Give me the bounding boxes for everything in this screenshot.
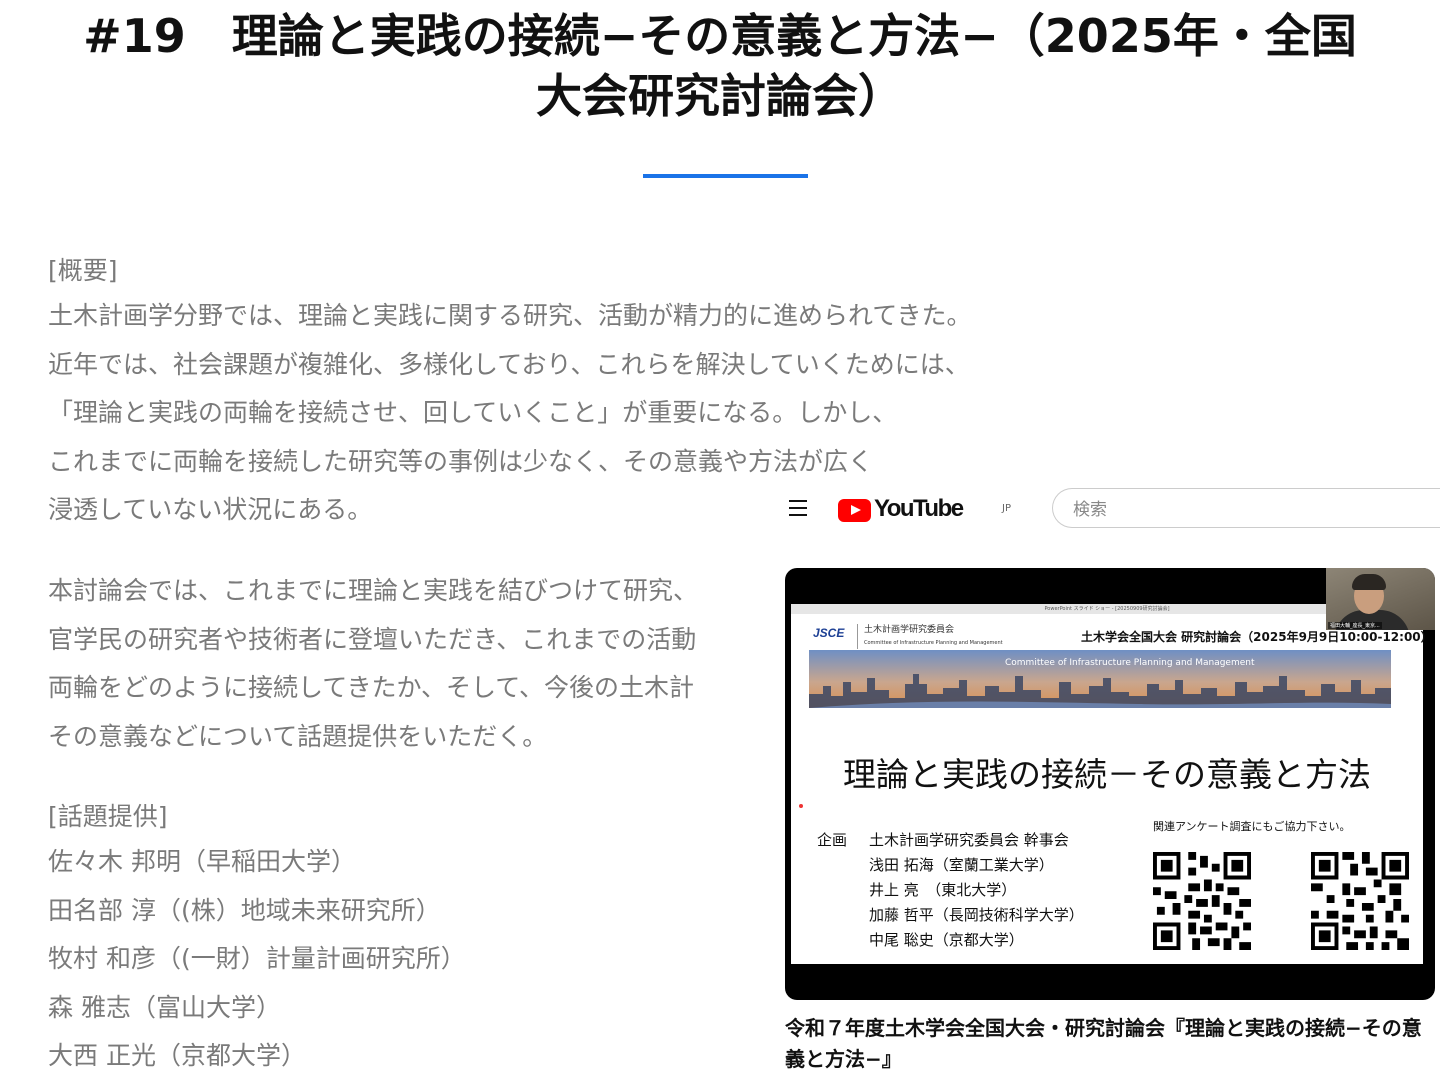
youtube-region-label: JP — [1002, 503, 1011, 514]
plan-item: 中尾 聡史（京都大学） — [869, 931, 1024, 949]
overview-line: これまでに両輪を接続した研究等の事例は少なく、その意義や方法が広く — [48, 446, 874, 476]
overview-line: 両輪をどのように接続してきたか、そして、今後の土木計 — [48, 673, 695, 702]
skyline-graphic — [809, 674, 1391, 708]
title-underline — [643, 174, 808, 178]
speaker-webcam-thumbnail: 福田大輔_座長_東京... — [1326, 568, 1435, 630]
qr-code-icon — [1153, 852, 1251, 950]
org-name-ja: 土木計画学研究委員会 — [864, 625, 955, 635]
slide-event-title: 土木学会全国大会 研究討論会（2025年9月9日10:00-12:00） — [1081, 630, 1433, 644]
overview-line: 官学民の研究者や技術者に登壇いただき、これまでの活動 — [48, 624, 697, 654]
webcam-person-hair — [1352, 574, 1386, 590]
laser-pointer-dot — [799, 804, 803, 808]
speaker-item: 佐々木 邦明（早稲田大学） — [48, 847, 356, 876]
youtube-wordmark: YouTube — [874, 495, 964, 522]
survey-note: 関連アンケート調査にもご協力下さい。 — [1153, 820, 1351, 833]
search-input[interactable] — [1071, 499, 1375, 521]
slide-title: 理論と実践の接続－その意義と方法 — [843, 755, 1371, 794]
overview-line: 土木計画学分野では、理論と実践に関する研究、活動が精力的に進められてきた。 — [48, 301, 972, 330]
topics-section: [話題提供] 佐々木 邦明（早稲田大学） 田名部 淳（(株）地域未来研究所） 牧… — [48, 796, 760, 1081]
speaker-item: 大西 正光（京都大学） — [48, 1041, 306, 1070]
video-title[interactable]: 令和７年度土木学会全国大会・研究討論会『理論と実践の接続−その意義と方法−』 — [785, 1013, 1435, 1075]
plan-label: 企画 — [817, 831, 848, 849]
plan-item: 浅田 拓海（室蘭工業大学） — [869, 856, 1054, 874]
city-skyline-banner: Committee of Infrastructure Planning and… — [809, 650, 1391, 708]
page-title-line1: #19 理論と実践の接続−その意義と方法−（2025年・全国 — [83, 9, 1357, 63]
webcam-name-tag: 福田大輔_座長_東京... — [1328, 622, 1382, 629]
overview-line: 「理論と実践の両輪を接続させ、回していくこと」が重要になる。しかし、 — [48, 398, 898, 427]
presentation-slide: PowerPoint スライド ショー - [20250909研究討論会] JS… — [791, 604, 1433, 964]
overview-line: 近年では、社会課題が複雑化、多様化しており、これらを解決していくためには、 — [48, 349, 970, 379]
youtube-masthead: YouTube JP — [785, 486, 1440, 534]
plan-item: 土木計画学研究委員会 幹事会 — [869, 831, 1069, 849]
page-title-line2: 大会研究討論会） — [536, 69, 904, 123]
speaker-item: 森 雅志（富山大学） — [48, 992, 281, 1022]
org-name: 土木計画学研究委員会 Committee of Infrastructure P… — [857, 624, 1003, 649]
banner-text: Committee of Infrastructure Planning and… — [1005, 658, 1255, 668]
speaker-item: 田名部 淳（(株）地域未来研究所） — [48, 895, 441, 925]
page-title: #19 理論と実践の接続−その意義と方法−（2025年・全国 大会研究討論会） — [0, 6, 1440, 126]
overview-line: 本討論会では、これまでに理論と実践を結びつけて研究、 — [48, 576, 699, 605]
search-box[interactable] — [1052, 488, 1440, 528]
overview-paragraph-2: 本討論会では、これまでに理論と実践を結びつけて研究、 官学民の研究者や技術者に登… — [48, 567, 760, 761]
speaker-item: 牧村 和彦（(一財）計量計画研究所） — [48, 944, 466, 973]
qr-code-icon — [1311, 852, 1409, 950]
video-player[interactable]: PowerPoint スライド ショー - [20250909研究討論会] JS… — [785, 568, 1435, 1000]
hamburger-menu-icon[interactable] — [789, 500, 807, 516]
overview-line: その意義などについて話題提供をいただく。 — [48, 721, 548, 751]
topics-heading: [話題提供] — [48, 802, 168, 831]
plan-list: 土木計画学研究委員会 幹事会 浅田 拓海（室蘭工業大学） 井上 亮 （東北大学）… — [869, 828, 1084, 953]
plan-item: 加藤 哲平（長岡技術科学大学） — [869, 906, 1084, 924]
plan-item: 井上 亮 （東北大学） — [869, 881, 1017, 899]
org-name-en: Committee of Infrastructure Planning and… — [864, 640, 1003, 646]
overview-heading: [概要] — [48, 256, 118, 285]
jsce-logo: JSCE — [813, 626, 845, 640]
youtube-play-icon — [838, 499, 871, 522]
